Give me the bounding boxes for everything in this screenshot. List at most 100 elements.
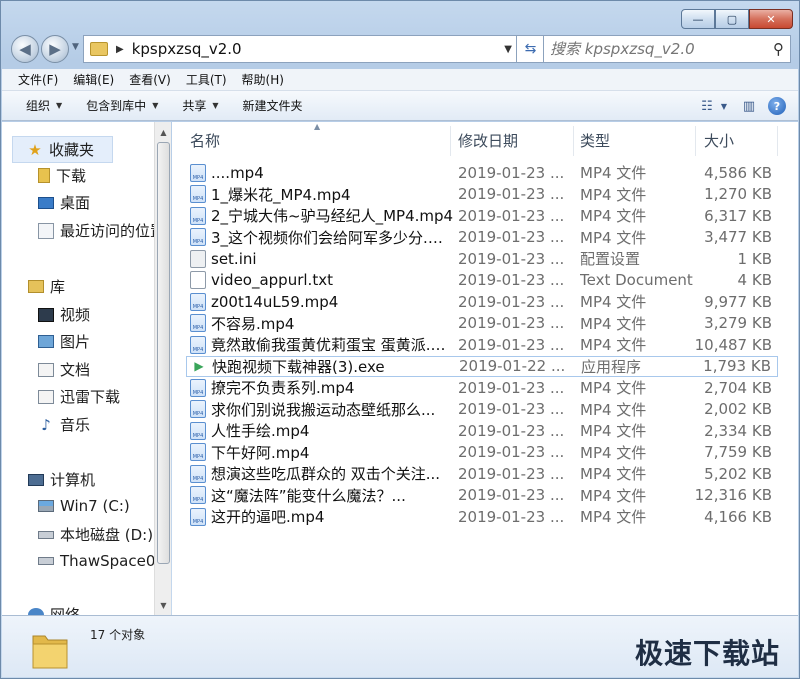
file-name[interactable]: set.ini [211,250,457,268]
share-label: 共享 [182,99,207,113]
nav-videos[interactable]: 视频 [38,304,90,325]
file-row[interactable]: MP4 2_宁城大伟~驴马经纪人_MP4.mp4 2019-01-23 ... MP4… [186,205,778,226]
maximize-button[interactable]: ▢ [715,9,749,29]
column-header-type[interactable]: 类型 [580,130,610,151]
nav-thunder-downloads[interactable]: 迅雷下载 [38,386,120,407]
nav-documents[interactable]: 文档 [38,359,90,380]
preview-pane-icon[interactable]: ▥ [738,96,760,116]
file-name[interactable]: 快跑视频下载神器(3).exe [212,356,458,377]
nav-desktop[interactable]: 桌面 [38,192,90,213]
menu-help[interactable]: 帮助(H) [242,71,284,88]
menu-view[interactable]: 查看(V) [129,71,171,88]
nav-computer[interactable]: 计算机 [28,469,95,490]
menu-edit[interactable]: 编辑(E) [73,71,114,88]
help-icon[interactable]: ? [768,97,786,115]
scroll-up-icon[interactable]: ▲ [155,124,172,140]
file-row[interactable]: MP4 想演这些吃瓜群众的 双击个关注... 2019-01-23 ... MP4 文… [186,463,778,484]
file-name[interactable]: 人性手绘.mp4 [211,420,457,441]
file-row[interactable]: MP4 撩完不负责系列.mp4 2019-01-23 ... MP4 文件 2,704 … [186,377,778,398]
file-row[interactable]: MP4 这“魔法阵”能变什么魔法？... 2019-01-23 ... MP4 文件 1… [186,485,778,506]
drive-icon [38,557,54,565]
nav-label: 计算机 [50,471,96,489]
file-row[interactable]: MP4 人性手绘.mp4 2019-01-23 ... MP4 文件 2,334 KB [186,420,778,441]
menu-tools[interactable]: 工具(T) [186,71,227,88]
file-name[interactable]: 这开的逼吧.mp4 [211,506,457,527]
file-name[interactable]: ....mp4 [211,164,457,182]
nav-music[interactable]: ♪ 音乐 [38,414,90,435]
column-divider[interactable] [573,126,574,156]
file-size: 1,793 KB [703,357,771,375]
file-name[interactable]: 2_宁城大伟~驴马经纪人_MP4.mp4 [211,205,457,226]
file-name[interactable]: z00t14uL59.mp4 [211,293,457,311]
nav-libraries[interactable]: 库 [28,276,65,297]
search-icon[interactable]: ⚲ [773,40,784,58]
back-button[interactable]: ◀ [11,35,39,63]
file-row[interactable]: MP4 竟然敢偷我蛋黄优莉蛋宝 蛋黄派.mp4 2019-01-23 ... MP4 … [186,334,778,355]
file-size: 3,477 KB [704,228,772,246]
file-name[interactable]: 3_这个视频你们会给阿军多少分.mp4 [211,227,457,248]
file-row[interactable]: MP4 不容易.mp4 2019-01-23 ... MP4 文件 3,279 KB [186,313,778,334]
column-header-name[interactable]: 名称 [190,130,220,151]
include-in-library-button[interactable]: 包含到库中 ▼ [86,97,158,114]
scroll-down-icon[interactable]: ▼ [155,597,172,613]
nav-drive-d[interactable]: 本地磁盘 (D:) [38,524,153,545]
file-name[interactable]: 想演这些吃瓜群众的 双击个关注... [211,463,457,484]
address-dropdown-icon[interactable]: ▼ [504,44,512,55]
nav-scrollbar[interactable]: ▲ ▼ [154,122,171,615]
organize-button[interactable]: 组织 ▼ [26,97,62,114]
nav-drive-thawspace[interactable]: ThawSpace0 [38,552,155,570]
music-icon: ♪ [41,415,51,434]
column-divider[interactable] [695,126,696,156]
file-name[interactable]: video_appurl.txt [211,271,457,289]
file-name[interactable]: 不容易.mp4 [211,313,457,334]
share-button[interactable]: 共享 ▼ [182,97,218,114]
file-row[interactable]: set.ini 2019-01-23 ... 配置设置 1 KB [186,248,778,269]
file-name[interactable]: 1_爆米花_MP4.mp4 [211,184,457,205]
nav-favorites[interactable]: ★ 收藏夹 [12,136,114,163]
file-name[interactable]: 这“魔法阵”能变什么魔法？... [211,485,457,506]
breadcrumb-current-folder[interactable]: kpspxzsq_v2.0 [132,40,242,58]
file-row[interactable]: MP4 这开的逼吧.mp4 2019-01-23 ... MP4 文件 4,166 KB [186,506,778,527]
mp4-file-icon: MP4 [190,292,206,311]
new-folder-button[interactable]: 新建文件夹 [243,97,303,114]
search-input[interactable] [544,40,764,58]
nav-scrollbar-thumb[interactable] [157,142,170,564]
column-divider[interactable] [450,126,451,156]
file-row[interactable]: MP4 ....mp4 2019-01-23 ... MP4 文件 4,586 KB [186,162,778,183]
change-view-icon[interactable]: ☷ [696,96,718,116]
minimize-button[interactable]: — [681,9,715,29]
file-date: 2019-01-23 ... [458,249,565,268]
address-bar[interactable]: ▶ kpspxzsq_v2.0 ▼ [83,35,517,63]
column-header-date[interactable]: 修改日期 [458,130,518,151]
close-button[interactable]: ✕ [749,9,793,29]
column-header-size[interactable]: 大小 [704,130,734,151]
file-row[interactable]: MP4 3_这个视频你们会给阿军多少分.mp4 2019-01-23 ... MP4 … [186,227,778,248]
file-type: MP4 文件 [580,185,647,204]
search-box: ⚲ [543,35,791,63]
file-name[interactable]: 下午好阿.mp4 [211,442,457,463]
file-row[interactable]: ▶ 快跑视频下载神器(3).exe 2019-01-22 ... 应用程序 1,793 … [186,355,778,377]
nav-pictures[interactable]: 图片 [38,331,90,352]
details-pane: 17 个对象 极速下载站 [2,615,798,677]
file-row[interactable]: MP4 1_爆米花_MP4.mp4 2019-01-23 ... MP4 文件 1,27… [186,184,778,205]
file-size: 3,279 KB [704,314,772,332]
file-row[interactable]: MP4 求你们别说我搬运动态壁纸那么... 2019-01-23 ... MP4 文件… [186,399,778,420]
file-row[interactable]: MP4 z00t14uL59.mp4 2019-01-23 ... MP4 文件 9,9… [186,291,778,312]
forward-button[interactable]: ▶ [41,35,69,63]
refresh-button[interactable]: ⇆ [517,35,545,63]
nav-drive-c[interactable]: Win7 (C:) [38,497,130,515]
nav-downloads[interactable]: 下载 [38,165,86,186]
column-divider[interactable] [777,126,778,156]
nav-recent-places[interactable]: 最近访问的位置 [38,220,157,241]
menu-file[interactable]: 文件(F) [18,71,58,88]
file-row[interactable]: MP4 下午好阿.mp4 2019-01-23 ... MP4 文件 7,759 KB [186,442,778,463]
nav-network[interactable]: 网络 [28,604,80,615]
file-name[interactable]: 竟然敢偷我蛋黄优莉蛋宝 蛋黄派.mp4 [211,334,457,355]
file-row[interactable]: video_appurl.txt 2019-01-23 ... Text Docum… [186,270,778,291]
sort-ascending-icon: ▲ [314,122,321,131]
view-options-chevron-icon[interactable]: ▼ [718,96,730,116]
file-name[interactable]: 撩完不负责系列.mp4 [211,377,457,398]
file-name[interactable]: 求你们别说我搬运动态壁纸那么... [211,399,457,420]
breadcrumb-chevron-icon[interactable]: ▶ [116,44,124,55]
recent-pages-button[interactable]: ▼ [72,42,79,52]
